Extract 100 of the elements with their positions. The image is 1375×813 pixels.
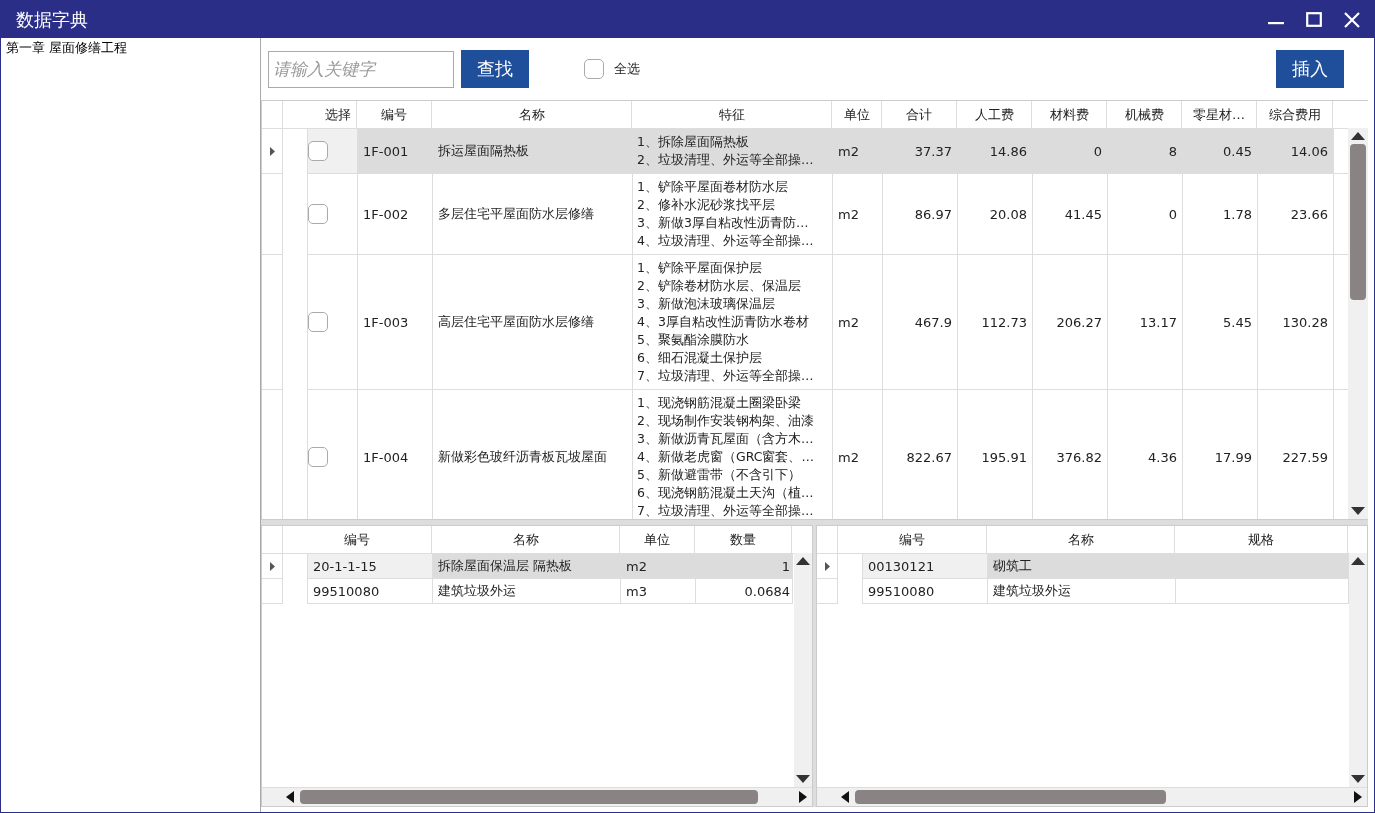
scroll-up-icon[interactable] bbox=[1351, 132, 1365, 140]
column-header[interactable]: 选择 bbox=[283, 101, 357, 128]
table-cell: 0.45 bbox=[1223, 143, 1252, 159]
scroll-down-icon[interactable] bbox=[1351, 775, 1365, 783]
table-cell: 41.45 bbox=[1064, 206, 1102, 222]
table-cell: 砌筑工 bbox=[993, 557, 1032, 575]
scroll-left-icon[interactable] bbox=[841, 791, 849, 803]
table-cell: 112.73 bbox=[981, 314, 1027, 330]
table-cell: 37.37 bbox=[914, 143, 952, 159]
scroll-up-icon[interactable] bbox=[1351, 557, 1365, 565]
table-cell: 5.45 bbox=[1223, 314, 1252, 330]
table-cell: m2 bbox=[838, 143, 859, 159]
vertical-scrollbar[interactable] bbox=[794, 553, 812, 787]
window-title: 数据字典 bbox=[16, 7, 88, 32]
column-header[interactable]: 特征 bbox=[632, 101, 832, 128]
insert-button[interactable]: 插入 bbox=[1276, 50, 1344, 88]
column-header[interactable]: 零星材… bbox=[1182, 101, 1257, 128]
column-header[interactable]: 材料费 bbox=[1032, 101, 1107, 128]
table-cell: 建筑垃圾外运 bbox=[993, 582, 1071, 600]
table-cell: 拆运屋面隔热板 bbox=[438, 142, 529, 160]
column-header[interactable]: 机械费 bbox=[1107, 101, 1182, 128]
table-cell: 195.91 bbox=[981, 449, 1027, 465]
row-pointer-icon bbox=[269, 146, 275, 156]
column-header[interactable]: 综合费用 bbox=[1257, 101, 1333, 128]
table-cell: 17.99 bbox=[1214, 449, 1252, 465]
table-cell: 新做彩色玻纤沥青板瓦坡屋面 bbox=[438, 448, 607, 466]
table-cell: m2 bbox=[838, 449, 859, 465]
scrollbar-thumb[interactable] bbox=[1350, 144, 1366, 300]
table-cell: m2 bbox=[838, 206, 859, 222]
table-row[interactable]: 1F-001 拆运屋面隔热板 1、拆除屋面隔热板 2、垃圾清理、外运等全部操… m2 37.37 14.86 0 8 0.45 14.06 bbox=[262, 129, 1348, 174]
horizontal-scrollbar[interactable] bbox=[817, 787, 1367, 806]
table-cell: 1F-001 bbox=[363, 143, 409, 159]
table-cell: 00130121 bbox=[868, 558, 935, 574]
row-header[interactable] bbox=[262, 129, 283, 174]
vertical-scrollbar[interactable] bbox=[1348, 128, 1368, 519]
table-row[interactable]: 1F-002 多层住宅平屋面防水层修缮 1、铲除平屋面卷材防水层 2、修补水泥砂浆找平层 3、新做3厚自粘改性沥青防… 4、垃圾清理、外运等全部操… m2 86.97 20.08 41.45 0 1.78 23.66 bbox=[262, 174, 1348, 255]
column-header[interactable]: 单位 bbox=[832, 101, 882, 128]
table-row[interactable]: 99510080 建筑垃圾外运 bbox=[817, 579, 1349, 604]
table-row[interactable]: 00130121 砌筑工 bbox=[817, 554, 1349, 579]
column-header[interactable]: 合计 bbox=[882, 101, 957, 128]
scroll-right-icon[interactable] bbox=[799, 791, 807, 803]
table-cell: m3 bbox=[626, 583, 647, 599]
table-row[interactable]: 1F-003 高层住宅平屋面防水层修缮 1、铲除平屋面保护层 2、铲除卷材防水层、保温层 3、新做泡沫玻璃保温层 4、3厚自粘改性沥青防水卷材 5、聚氨酯涂膜防水 6、细石混凝土保护层 7、垃圾清理、外运等全部操… m2 467.9 112.73 206.27 13.17 5.45 130.28 bbox=[262, 255, 1348, 390]
row-header[interactable] bbox=[262, 554, 283, 579]
scrollbar-thumb[interactable] bbox=[855, 790, 1166, 804]
table-cell: 8 bbox=[1168, 143, 1177, 159]
vertical-scrollbar[interactable] bbox=[1349, 553, 1367, 787]
maximize-icon[interactable] bbox=[1306, 11, 1322, 28]
scroll-left-icon[interactable] bbox=[286, 791, 294, 803]
table-cell: 拆除屋面保温层 隔热板 bbox=[438, 557, 573, 575]
column-header[interactable]: 数量 bbox=[695, 526, 792, 553]
scroll-down-icon[interactable] bbox=[1351, 507, 1365, 515]
table-cell: 1F-003 bbox=[363, 314, 409, 330]
table-cell: 23.66 bbox=[1290, 206, 1328, 222]
table-cell: 99510080 bbox=[313, 583, 380, 599]
table-cell: 130.28 bbox=[1282, 314, 1328, 330]
column-header[interactable]: 名称 bbox=[432, 101, 632, 128]
table-cell: 14.86 bbox=[989, 143, 1027, 159]
row-pointer-icon bbox=[269, 561, 275, 571]
table-cell: 建筑垃圾外运 bbox=[438, 582, 516, 600]
table-cell: 20-1-1-15 bbox=[313, 558, 377, 574]
table-row[interactable]: 99510080 建筑垃圾外运 m3 0.0684 bbox=[262, 579, 794, 604]
scrollbar-thumb[interactable] bbox=[300, 790, 759, 804]
find-button[interactable]: 查找 bbox=[461, 50, 529, 88]
table-row[interactable]: 20-1-1-15 拆除屋面保温层 隔热板 m2 1 bbox=[262, 554, 794, 579]
table-cell: 多层住宅平屋面防水层修缮 bbox=[438, 205, 594, 223]
table-cell: 1、铲除平屋面保护层 2、铲除卷材防水层、保温层 3、新做泡沫玻璃保温层 4、3厚自粘改性沥青防水卷材 5、聚氨酯涂膜防水 6、细石混凝土保护层 7、垃圾清理、外运等全部操… bbox=[637, 259, 814, 385]
table-cell: 86.97 bbox=[914, 206, 952, 222]
checkbox[interactable] bbox=[308, 312, 328, 332]
column-header[interactable]: 编号 bbox=[838, 526, 987, 553]
checkbox[interactable] bbox=[308, 141, 328, 161]
checkbox[interactable] bbox=[308, 204, 328, 224]
column-header[interactable]: 名称 bbox=[987, 526, 1175, 553]
table-cell: 822.67 bbox=[906, 449, 952, 465]
table-cell: 4.36 bbox=[1148, 449, 1177, 465]
row-header[interactable] bbox=[817, 554, 838, 579]
scroll-down-icon[interactable] bbox=[796, 775, 810, 783]
column-header[interactable]: 编号 bbox=[357, 101, 432, 128]
table-cell: 227.59 bbox=[1282, 449, 1328, 465]
scroll-up-icon[interactable] bbox=[796, 557, 810, 565]
column-header[interactable]: 单位 bbox=[620, 526, 695, 553]
table-cell: 13.17 bbox=[1139, 314, 1177, 330]
table-cell: 467.9 bbox=[914, 314, 952, 330]
table-cell: 0.0684 bbox=[744, 583, 790, 599]
column-header[interactable]: 名称 bbox=[432, 526, 620, 553]
search-field[interactable]: 请输入关键字 bbox=[268, 50, 454, 88]
scroll-right-icon[interactable] bbox=[1354, 791, 1362, 803]
table-cell: 1F-002 bbox=[363, 206, 409, 222]
column-header[interactable]: 规格 bbox=[1175, 526, 1348, 553]
horizontal-scrollbar[interactable] bbox=[262, 787, 812, 806]
checkbox[interactable] bbox=[308, 447, 328, 467]
column-header[interactable]: 人工费 bbox=[957, 101, 1032, 128]
close-icon[interactable] bbox=[1344, 11, 1360, 28]
table-cell: 1F-004 bbox=[363, 449, 409, 465]
table-cell: 1 bbox=[781, 558, 790, 574]
column-header[interactable]: 编号 bbox=[283, 526, 432, 553]
checkbox[interactable] bbox=[584, 59, 604, 79]
table-cell: m2 bbox=[838, 314, 859, 330]
row-pointer-icon bbox=[824, 561, 830, 571]
tree-item[interactable]: 第一章 屋面修缮工程 bbox=[5, 39, 256, 57]
